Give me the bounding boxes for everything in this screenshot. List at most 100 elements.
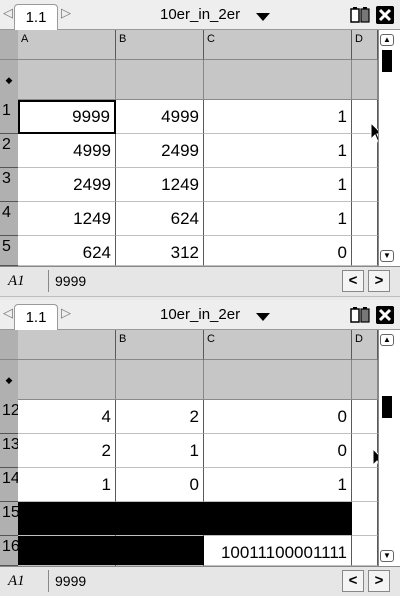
battery-icon bbox=[350, 7, 370, 23]
table-cell-b[interactable]: 2499 bbox=[116, 134, 204, 168]
row-header[interactable]: 16 bbox=[0, 536, 20, 566]
table-cell-b[interactable]: 624 bbox=[116, 202, 204, 236]
table-cell-c[interactable]: 1 bbox=[204, 134, 352, 168]
column-header-c[interactable]: C bbox=[204, 30, 352, 60]
table-cell-c[interactable]: 0 bbox=[204, 236, 352, 266]
entry-line-input[interactable]: 9999 bbox=[48, 270, 338, 292]
table-cell-d[interactable] bbox=[352, 400, 378, 434]
column-header-a[interactable] bbox=[18, 330, 116, 360]
table-cell-c[interactable]: 1 bbox=[204, 100, 352, 134]
entry-line: A1 9999 < > bbox=[0, 566, 400, 596]
column-header-c[interactable]: C bbox=[204, 330, 352, 360]
redacted-cell-a[interactable] bbox=[18, 502, 116, 536]
table-cell-c[interactable]: 0 bbox=[204, 434, 352, 468]
formula-cell-b[interactable] bbox=[116, 360, 204, 400]
table-cell-b[interactable]: 1 bbox=[116, 434, 204, 468]
table-cell-a[interactable]: 1 bbox=[18, 468, 116, 502]
table-cell-b[interactable]: 312 bbox=[116, 236, 204, 266]
entry-right-icon[interactable]: > bbox=[368, 270, 390, 292]
table-cell-b[interactable]: 1249 bbox=[116, 168, 204, 202]
table-cell-a[interactable]: 4 bbox=[18, 400, 116, 434]
table-cell-d[interactable] bbox=[352, 202, 378, 236]
table-cell-d[interactable] bbox=[352, 502, 378, 536]
close-icon[interactable] bbox=[376, 6, 394, 24]
tab-scroll-right-icon[interactable]: ▷ bbox=[60, 306, 72, 322]
table-cell-a[interactable]: 9999 bbox=[18, 100, 116, 134]
redacted-cell-b[interactable] bbox=[116, 536, 204, 566]
table-cell-a[interactable]: 2 bbox=[18, 434, 116, 468]
scroll-thumb[interactable] bbox=[382, 50, 392, 72]
cell-reference: A1 bbox=[8, 273, 25, 289]
vertical-scrollbar[interactable]: ▲ ▼ bbox=[378, 30, 396, 266]
redacted-cell-a[interactable] bbox=[18, 536, 116, 566]
row-header[interactable]: 13 bbox=[0, 434, 20, 468]
formula-cell-d[interactable] bbox=[352, 60, 378, 100]
scroll-thumb[interactable] bbox=[382, 396, 392, 418]
table-cell-a[interactable]: 2499 bbox=[18, 168, 116, 202]
row-header[interactable]: 14 bbox=[0, 468, 20, 502]
redacted-cell-c[interactable] bbox=[204, 502, 352, 536]
tab-scroll-right-icon[interactable]: ▷ bbox=[60, 6, 72, 22]
table-cell-b[interactable]: 4999 bbox=[116, 100, 204, 134]
table-cell-b[interactable]: 2 bbox=[116, 400, 204, 434]
table-cell-d[interactable] bbox=[352, 536, 378, 566]
row-header[interactable]: 2 bbox=[0, 134, 18, 168]
formula-cell-c[interactable] bbox=[204, 60, 352, 100]
table-cell-c[interactable]: 1 bbox=[204, 202, 352, 236]
column-header-a[interactable]: A bbox=[18, 30, 116, 60]
table-cell-c[interactable]: 10011100001111 bbox=[204, 536, 352, 566]
row-header[interactable]: 12 bbox=[0, 400, 20, 434]
spreadsheet-panel-bottom: ◁ 1.1 ▷ 10er_in_2er B C D ◆ 12 4 2 0 13 … bbox=[0, 300, 400, 600]
table-cell-d[interactable] bbox=[352, 168, 378, 202]
row-header[interactable]: 1 bbox=[0, 100, 18, 134]
table-cell-a[interactable]: 1249 bbox=[18, 202, 116, 236]
table-cell-c[interactable]: 0 bbox=[204, 400, 352, 434]
column-header-d[interactable]: D bbox=[352, 330, 378, 360]
row-header[interactable]: 4 bbox=[0, 202, 18, 236]
formula-cell-a[interactable] bbox=[18, 60, 116, 100]
table-cell-a[interactable]: 624 bbox=[18, 236, 116, 266]
grid-corner[interactable] bbox=[0, 30, 18, 60]
document-title[interactable]: 10er_in_2er bbox=[160, 306, 240, 323]
formula-cell-d[interactable] bbox=[352, 360, 378, 400]
row-header[interactable]: 3 bbox=[0, 168, 18, 202]
tab-bar: ◁ 1.1 ▷ 10er_in_2er bbox=[0, 0, 400, 31]
entry-left-icon[interactable]: < bbox=[342, 570, 364, 592]
column-header-b[interactable]: B bbox=[116, 330, 204, 360]
table-cell-d[interactable] bbox=[352, 236, 378, 266]
cell-reference: A1 bbox=[8, 573, 25, 589]
entry-left-icon[interactable]: < bbox=[342, 270, 364, 292]
entry-right-icon[interactable]: > bbox=[368, 570, 390, 592]
formula-row-diamond-icon: ◆ bbox=[0, 60, 18, 100]
tab-page-1-1[interactable]: 1.1 bbox=[14, 304, 58, 331]
document-title[interactable]: 10er_in_2er bbox=[160, 6, 240, 23]
formula-row-diamond-icon: ◆ bbox=[0, 360, 18, 400]
column-header-b[interactable]: B bbox=[116, 30, 204, 60]
table-cell-c[interactable]: 1 bbox=[204, 168, 352, 202]
table-cell-c[interactable]: 1 bbox=[204, 468, 352, 502]
spreadsheet-grid: B C D ◆ 12 4 2 0 13 2 1 0 14 1 0 1 15 16 bbox=[0, 330, 400, 566]
scroll-up-icon[interactable]: ▲ bbox=[380, 34, 394, 46]
tab-page-1-1[interactable]: 1.1 bbox=[14, 4, 58, 31]
table-cell-b[interactable]: 0 bbox=[116, 468, 204, 502]
scroll-up-icon[interactable]: ▲ bbox=[380, 334, 394, 346]
document-menu-caret-icon[interactable] bbox=[256, 313, 270, 321]
formula-cell-b[interactable] bbox=[116, 60, 204, 100]
document-menu-caret-icon[interactable] bbox=[256, 13, 270, 21]
row-header[interactable]: 15 bbox=[0, 502, 20, 536]
vertical-scrollbar[interactable]: ▲ ▼ bbox=[378, 330, 396, 566]
tab-scroll-left-icon[interactable]: ◁ bbox=[2, 306, 14, 322]
close-icon[interactable] bbox=[376, 306, 394, 324]
redacted-cell-b[interactable] bbox=[116, 502, 204, 536]
entry-line-input[interactable]: 9999 bbox=[48, 570, 338, 592]
grid-corner[interactable] bbox=[0, 330, 18, 360]
formula-cell-c[interactable] bbox=[204, 360, 352, 400]
scroll-down-icon[interactable]: ▼ bbox=[380, 550, 394, 562]
table-cell-a[interactable]: 4999 bbox=[18, 134, 116, 168]
tab-scroll-left-icon[interactable]: ◁ bbox=[2, 6, 14, 22]
table-cell-d[interactable] bbox=[352, 468, 378, 502]
scroll-down-icon[interactable]: ▼ bbox=[380, 250, 394, 262]
column-header-d[interactable]: D bbox=[352, 30, 378, 60]
formula-cell-a[interactable] bbox=[18, 360, 116, 400]
row-header[interactable]: 5 bbox=[0, 236, 18, 266]
